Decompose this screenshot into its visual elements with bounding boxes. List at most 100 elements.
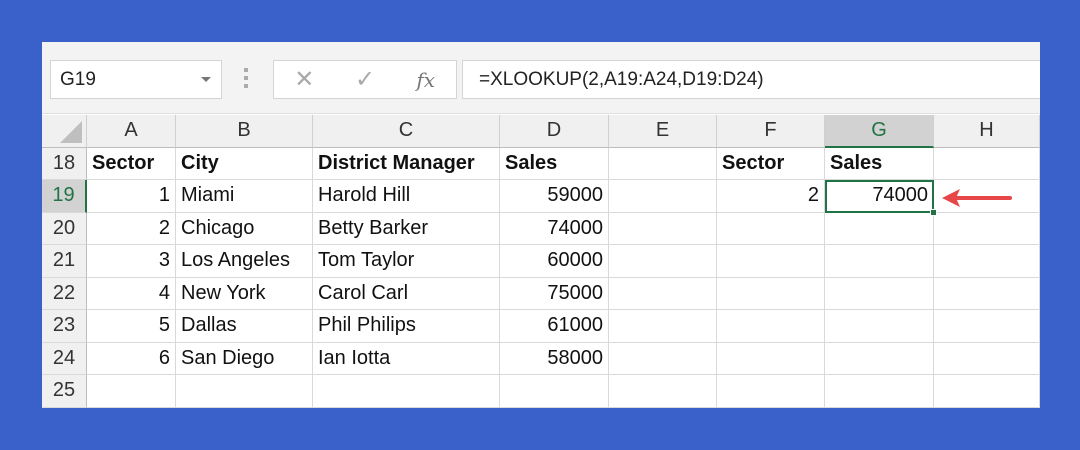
- cell-H24[interactable]: [934, 342, 1040, 375]
- formula-input[interactable]: =XLOOKUP(2,A19:A24,D19:D24): [462, 60, 1040, 99]
- cell-value: Harold Hill: [318, 184, 411, 206]
- cell-A18[interactable]: Sector: [87, 147, 176, 180]
- cell-value: 74000: [872, 184, 928, 206]
- cancel-icon[interactable]: ✕: [274, 65, 335, 94]
- cell-F19[interactable]: 2: [717, 180, 825, 213]
- cell-B20[interactable]: Chicago: [176, 212, 313, 245]
- cell-B24[interactable]: San Diego: [176, 342, 313, 375]
- cell-E18[interactable]: [609, 147, 717, 180]
- cell-B25[interactable]: [176, 375, 313, 408]
- row-header-24[interactable]: 24: [42, 342, 87, 375]
- cell-value: New York: [181, 281, 266, 304]
- chevron-down-icon[interactable]: [201, 77, 211, 82]
- cell-E21[interactable]: [609, 245, 717, 278]
- cell-E22[interactable]: [609, 277, 717, 310]
- cell-H18[interactable]: [934, 147, 1040, 180]
- row-header-18[interactable]: 18: [42, 147, 87, 180]
- cell-B18[interactable]: City: [176, 147, 313, 180]
- insert-function-icon[interactable]: fx: [395, 68, 456, 92]
- cell-H21[interactable]: [934, 245, 1040, 278]
- check-icon[interactable]: ✓: [335, 65, 396, 94]
- cell-C20[interactable]: Betty Barker: [313, 212, 500, 245]
- table-row: 19 1 Miami Harold Hill 59000 2 74000: [42, 180, 1040, 216]
- cell-E19[interactable]: [609, 180, 717, 213]
- cell-G23[interactable]: [825, 310, 934, 343]
- cell-D23[interactable]: 61000: [500, 310, 609, 343]
- cell-A21[interactable]: 3: [87, 245, 176, 278]
- cell-G20[interactable]: [825, 212, 934, 245]
- cell-F18[interactable]: Sector: [717, 147, 825, 180]
- cell-H20[interactable]: [934, 212, 1040, 245]
- drag-handle[interactable]: [244, 68, 248, 90]
- column-header-A[interactable]: A: [87, 115, 176, 148]
- cell-C25[interactable]: [313, 375, 500, 408]
- column-header-C[interactable]: C: [313, 115, 500, 148]
- cell-D25[interactable]: [500, 375, 609, 408]
- row-header-19[interactable]: 19: [42, 180, 87, 213]
- cell-G19[interactable]: 74000: [825, 180, 937, 216]
- cell-C22[interactable]: Carol Carl: [313, 277, 500, 310]
- cell-F22[interactable]: [717, 277, 825, 310]
- row-header-20[interactable]: 20: [42, 212, 87, 245]
- cell-F21[interactable]: [717, 245, 825, 278]
- cell-D22[interactable]: 75000: [500, 277, 609, 310]
- cell-H23[interactable]: [934, 310, 1040, 343]
- cell-A23[interactable]: 5: [87, 310, 176, 343]
- cell-B23[interactable]: Dallas: [176, 310, 313, 343]
- cell-C21[interactable]: Tom Taylor: [313, 245, 500, 278]
- cell-D21[interactable]: 60000: [500, 245, 609, 278]
- column-header-B[interactable]: B: [176, 115, 313, 148]
- row-header-23[interactable]: 23: [42, 310, 87, 343]
- cell-value: 58000: [547, 346, 603, 369]
- cell-F20[interactable]: [717, 212, 825, 245]
- column-header-E[interactable]: E: [609, 115, 717, 148]
- column-header-G[interactable]: G: [825, 115, 934, 148]
- select-all-button[interactable]: [42, 115, 87, 148]
- cell-D20[interactable]: 74000: [500, 212, 609, 245]
- cell-E25[interactable]: [609, 375, 717, 408]
- cell-value: Phil Philips: [318, 314, 416, 336]
- row-header-25[interactable]: 25: [42, 375, 87, 408]
- cell-G22[interactable]: [825, 277, 934, 310]
- cell-H25[interactable]: [934, 375, 1040, 408]
- cell-value: District Manager: [318, 151, 475, 174]
- row-header-22[interactable]: 22: [42, 277, 87, 310]
- cell-B19[interactable]: Miami: [176, 180, 313, 213]
- cell-E24[interactable]: [609, 342, 717, 375]
- cell-C19[interactable]: Harold Hill: [313, 180, 500, 213]
- cell-G18[interactable]: Sales: [825, 147, 934, 180]
- row-header-21[interactable]: 21: [42, 245, 87, 278]
- cell-value: 75000: [547, 281, 603, 304]
- cell-C24[interactable]: Ian Iotta: [313, 342, 500, 375]
- cell-B22[interactable]: New York: [176, 277, 313, 310]
- cell-D24[interactable]: 58000: [500, 342, 609, 375]
- cell-F23[interactable]: [717, 310, 825, 343]
- cell-G25[interactable]: [825, 375, 934, 408]
- cell-C23[interactable]: Phil Philips: [313, 310, 500, 343]
- cell-B21[interactable]: Los Angeles: [176, 245, 313, 278]
- cell-A22[interactable]: 4: [87, 277, 176, 310]
- column-header-D[interactable]: D: [500, 115, 609, 148]
- cell-D18[interactable]: Sales: [500, 147, 609, 180]
- fill-handle[interactable]: [930, 208, 937, 216]
- cell-C18[interactable]: District Manager: [313, 147, 500, 180]
- cell-value: Ian Iotta: [318, 346, 391, 369]
- cell-A19[interactable]: 1: [87, 180, 176, 213]
- cell-E23[interactable]: [609, 310, 717, 343]
- cell-G21[interactable]: [825, 245, 934, 278]
- cell-D19[interactable]: 59000: [500, 180, 609, 213]
- cell-value: City: [181, 151, 219, 174]
- cell-A24[interactable]: 6: [87, 342, 176, 375]
- name-box[interactable]: G19: [50, 60, 222, 99]
- cell-value: 74000: [547, 216, 603, 239]
- cell-F25[interactable]: [717, 375, 825, 408]
- cell-H22[interactable]: [934, 277, 1040, 310]
- cell-A20[interactable]: 2: [87, 212, 176, 245]
- formula-bar: G19 ✕ ✓ fx =XLOOKUP(2,A19:A24,D19:D24): [42, 42, 1040, 114]
- column-header-F[interactable]: F: [717, 115, 825, 148]
- cell-A25[interactable]: [87, 375, 176, 408]
- column-header-H[interactable]: H: [934, 115, 1040, 148]
- cell-F24[interactable]: [717, 342, 825, 375]
- cell-E20[interactable]: [609, 212, 717, 245]
- cell-G24[interactable]: [825, 342, 934, 375]
